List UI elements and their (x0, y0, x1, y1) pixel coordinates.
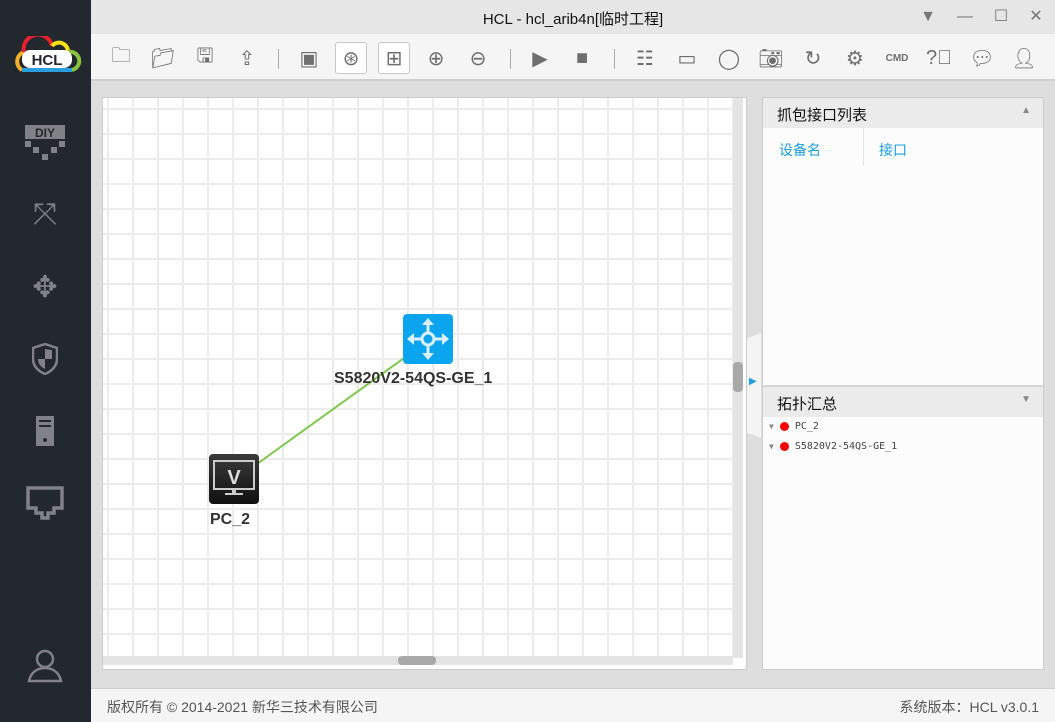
window-title: HCL - hcl_arib4n[临时工程] (482, 11, 664, 28)
device-label: S5820V2-54QS-GE_1 (334, 370, 493, 387)
tree-expand-icon: ▼ (769, 442, 774, 451)
right-panel: 抓包接口列表 ▲ 设备名 接口 拓扑汇总 ▼ ▼ PC_2 ▼ S5820V2-54QS… (762, 97, 1044, 670)
horizontal-scrollbar[interactable] (103, 656, 733, 665)
copyright-text: 版权所有 © 2014-2021 新华三技术有限公司 (107, 699, 378, 715)
column-header-device[interactable]: 设备名 (779, 140, 821, 160)
open-project-icon[interactable]: 📁︎ (147, 42, 179, 74)
sidebar: HCL DIY ⤧ ✥ (0, 0, 91, 722)
expand-arrow-icon: ▶ (749, 376, 757, 387)
camera-icon[interactable]: 📷︎ (755, 42, 787, 74)
minimize-button[interactable]: — (954, 6, 976, 28)
maximize-button[interactable]: ☐ (990, 6, 1012, 28)
wechat-icon[interactable]: 💬︎ (966, 42, 998, 74)
add-rect-icon[interactable]: ▭ (671, 42, 703, 74)
summary-panel-header[interactable]: 拓扑汇总 ▼ (763, 387, 1043, 417)
add-circle-icon[interactable]: ◯ (713, 42, 745, 74)
stop-all-icon[interactable]: ■ (566, 42, 598, 74)
tree-item[interactable]: ▼ PC_2 (769, 421, 819, 432)
switch-device[interactable] (403, 314, 453, 364)
pc-device[interactable]: V (209, 454, 259, 504)
capture-panel-title: 抓包接口列表 (777, 107, 868, 124)
column-header-interface[interactable]: 接口 (879, 140, 907, 160)
add-list-icon[interactable]: ☷ (629, 42, 661, 74)
tree-expand-icon: ▼ (769, 422, 774, 431)
device-label: PC_2 (210, 511, 251, 528)
vertical-scrollbar[interactable] (733, 98, 743, 658)
svg-text:V: V (227, 467, 241, 489)
interface-icon[interactable] (22, 480, 68, 526)
dropdown-icon[interactable]: ▼ (917, 6, 939, 28)
switch-icon[interactable]: ✥ (22, 264, 68, 310)
screenshot-view-icon[interactable]: ▣ (293, 42, 325, 74)
save-icon[interactable]: 🖫 (189, 42, 221, 74)
panel-toggle-button[interactable]: ▶ (747, 333, 761, 438)
status-dot (779, 442, 789, 451)
collapse-up-icon[interactable]: ▲ (1021, 105, 1031, 116)
cmd-icon[interactable]: CMD (881, 42, 913, 74)
tree-item[interactable]: ▼ S5820V2-54QS-GE_1 (769, 441, 897, 452)
server-icon[interactable] (22, 408, 68, 454)
summary-panel-title: 拓扑汇总 (777, 396, 838, 413)
switch-icon (407, 318, 449, 360)
title-bar: HCL - hcl_arib4n[临时工程] ▼ — ☐ ✕ (91, 0, 1055, 34)
version-text: 系统版本：HCL v3.0.1 (899, 699, 1039, 715)
capture-panel-header[interactable]: 抓包接口列表 ▲ (763, 98, 1043, 128)
feedback-icon[interactable]: 👤︎ (1008, 42, 1040, 74)
toolbar: 🗀 📁︎ 🖫 ⇪ ▣ ⊛ ⊞ ⊕ ⊖ ▶ ■ ☷ ▭ ◯ 📷︎ ↻ ⚙ CMD … (91, 34, 1055, 81)
zoom-out-icon[interactable]: ⊖ (462, 42, 494, 74)
status-dot (779, 422, 789, 431)
settings-icon[interactable]: ⚙ (839, 42, 871, 74)
pc-icon: V (213, 460, 255, 495)
grid-view-icon[interactable]: ⊞ (378, 42, 410, 74)
zoom-in-icon[interactable]: ⊕ (420, 42, 452, 74)
help-icon[interactable]: ?⃝ (923, 42, 955, 74)
new-project-icon[interactable]: 🗀 (105, 42, 137, 74)
diy-icon[interactable]: DIY (22, 120, 68, 166)
svg-text:DIY: DIY (35, 126, 55, 140)
topology-view-icon[interactable]: ⊛ (335, 42, 367, 74)
close-button[interactable]: ✕ (1025, 6, 1047, 28)
status-bar: 版权所有 © 2014-2021 新华三技术有限公司 系统版本：HCL v3.0… (91, 688, 1055, 722)
start-all-icon[interactable]: ▶ (524, 42, 556, 74)
topology-canvas[interactable]: S5820V2-54QS-GE_1 V PC_2 (102, 97, 747, 670)
user-icon[interactable] (22, 642, 68, 688)
refresh-icon[interactable]: ↻ (797, 42, 829, 74)
svg-text:HCL: HCL (32, 52, 63, 69)
router-icon[interactable]: ⤧ (22, 192, 68, 238)
firewall-icon[interactable] (22, 336, 68, 382)
export-icon[interactable]: ⇪ (231, 42, 263, 74)
hcl-logo: HCL (15, 36, 82, 72)
collapse-down-icon[interactable]: ▼ (1021, 394, 1031, 405)
main-window: HCL - hcl_arib4n[临时工程] ▼ — ☐ ✕ 🗀 📁︎ 🖫 ⇪ … (91, 0, 1055, 722)
